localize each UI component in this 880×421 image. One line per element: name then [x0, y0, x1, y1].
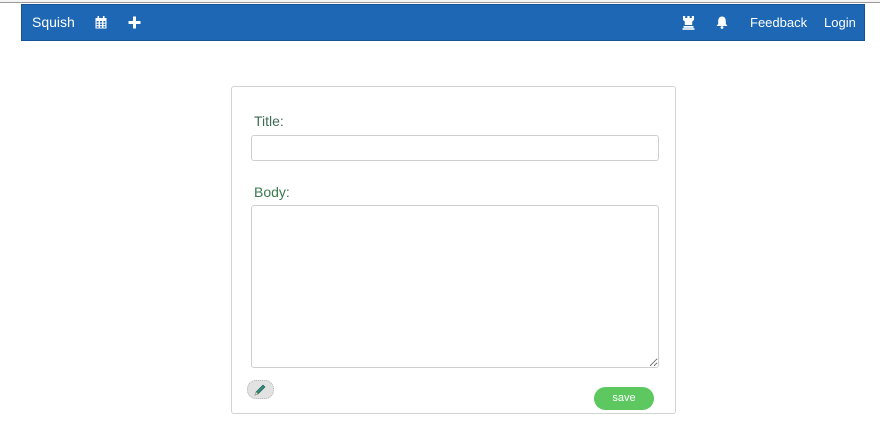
window-top-edge — [0, 0, 880, 3]
title-input[interactable] — [251, 135, 659, 161]
login-link[interactable]: Login — [824, 15, 856, 30]
body-textarea[interactable] — [251, 205, 659, 368]
brand-logo[interactable]: Squish — [32, 14, 75, 30]
rook-icon[interactable] — [682, 15, 695, 33]
top-navbar: Squish Feedback Login — [21, 4, 865, 41]
bell-icon[interactable] — [716, 16, 728, 32]
new-post-form: Title: Body: save — [231, 86, 676, 414]
title-label: Title: — [254, 113, 284, 129]
feedback-link[interactable]: Feedback — [750, 15, 807, 30]
body-label: Body: — [254, 184, 290, 200]
pencil-icon — [254, 384, 266, 396]
calendar-icon[interactable] — [95, 16, 107, 32]
plus-icon[interactable] — [128, 16, 141, 32]
edit-button[interactable] — [247, 380, 274, 399]
save-button[interactable]: save — [594, 387, 654, 410]
